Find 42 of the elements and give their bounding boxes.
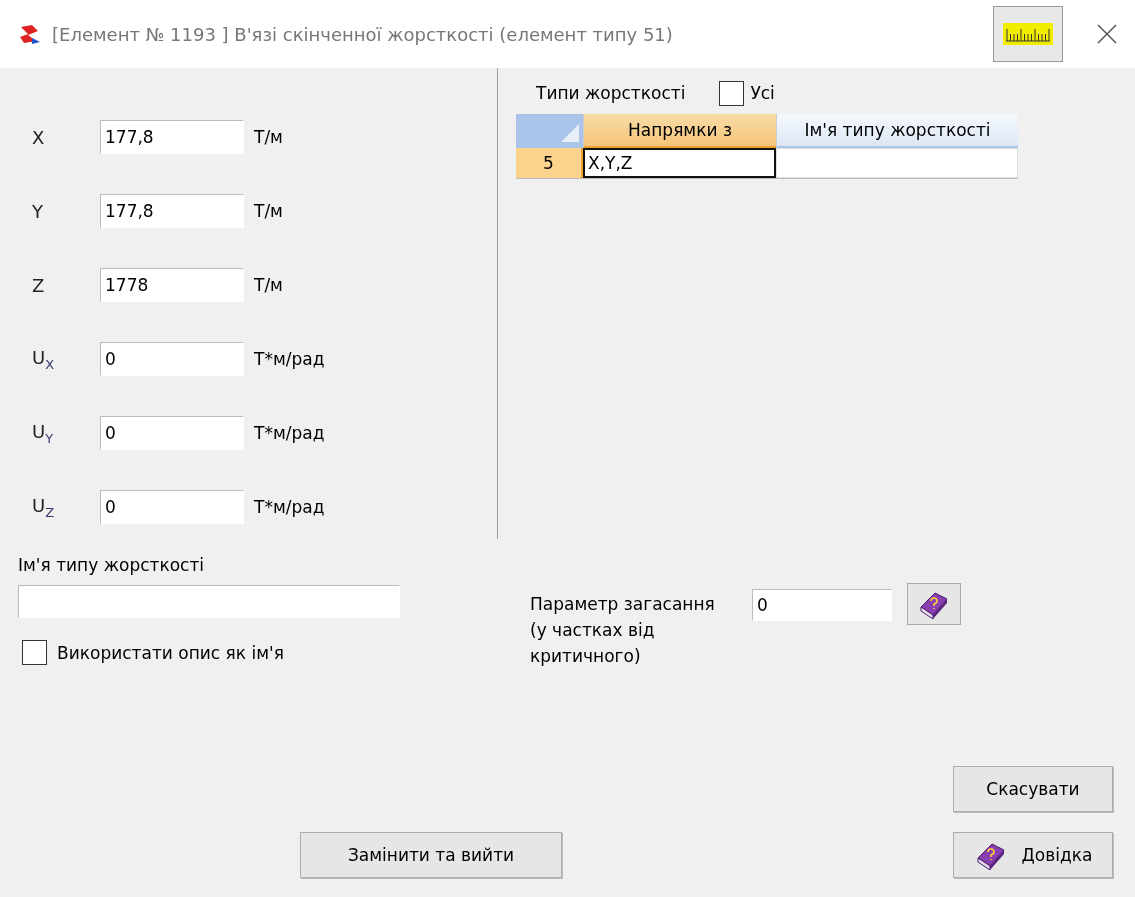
stiffness-input[interactable]: 0	[100, 490, 244, 524]
replace-button[interactable]: Замінити та вийти	[300, 832, 562, 878]
stiffness-input[interactable]: 177,8	[100, 120, 244, 154]
column-header[interactable]: Ім'я типу жорсткості	[776, 114, 1018, 148]
unit-label: Т*м/рад	[254, 497, 325, 517]
axis-label: U$_{Z}$	[31, 494, 56, 520]
stiffness-input[interactable]: 0	[100, 416, 244, 450]
ruler-icon	[1003, 23, 1053, 45]
unit-label: Т*м/рад	[254, 423, 325, 443]
row-number[interactable]: 5	[516, 148, 583, 178]
unit-label: Т*м/рад	[254, 349, 325, 369]
axis-label: Z	[31, 274, 46, 296]
axis-label: U$_{Y}$	[31, 420, 55, 446]
axis-label: Y	[31, 200, 44, 222]
unit-label: Т/м	[254, 127, 283, 147]
help-button[interactable]: Довідка	[953, 832, 1113, 878]
stiffness-input[interactable]: 177,8	[100, 194, 244, 228]
field-note: (у частках від критичного)	[530, 619, 656, 668]
input-field[interactable]	[18, 585, 400, 618]
help-button[interactable]	[907, 583, 961, 625]
checkbox[interactable]	[719, 80, 745, 106]
app-logo-icon	[18, 23, 42, 45]
field-label: Ім'я типу жорсткості	[18, 555, 206, 575]
column-header[interactable]: Напрямки з	[583, 114, 776, 148]
field-label: Параметр загасання	[530, 593, 716, 616]
ruler-button[interactable]	[993, 6, 1063, 62]
cancel-button[interactable]: Скасувати	[953, 766, 1113, 812]
table-cell[interactable]	[776, 148, 1018, 178]
unit-label: Т/м	[254, 201, 283, 221]
axis-label: U$_{X}$	[31, 346, 56, 372]
damping-input[interactable]: 0	[752, 589, 892, 621]
stiffness-input[interactable]: 0	[100, 342, 244, 376]
axis-label: X	[31, 126, 46, 148]
unit-label: Т/м	[254, 275, 283, 295]
corner-triangle-icon	[561, 124, 579, 142]
table-cell[interactable]: X,Y,Z	[583, 148, 776, 178]
checkbox-label: Усі	[750, 83, 775, 103]
stiffness-input[interactable]: 1778	[100, 268, 244, 302]
window-title: [Елемент № 1193 ] В'язі скінченної жорсткості (елемент типу 51)	[52, 23, 674, 45]
checkbox[interactable]	[22, 640, 47, 665]
section-label: Типи жорсткості	[536, 83, 686, 103]
checkbox-label: Використати опис як ім'я	[57, 642, 284, 663]
